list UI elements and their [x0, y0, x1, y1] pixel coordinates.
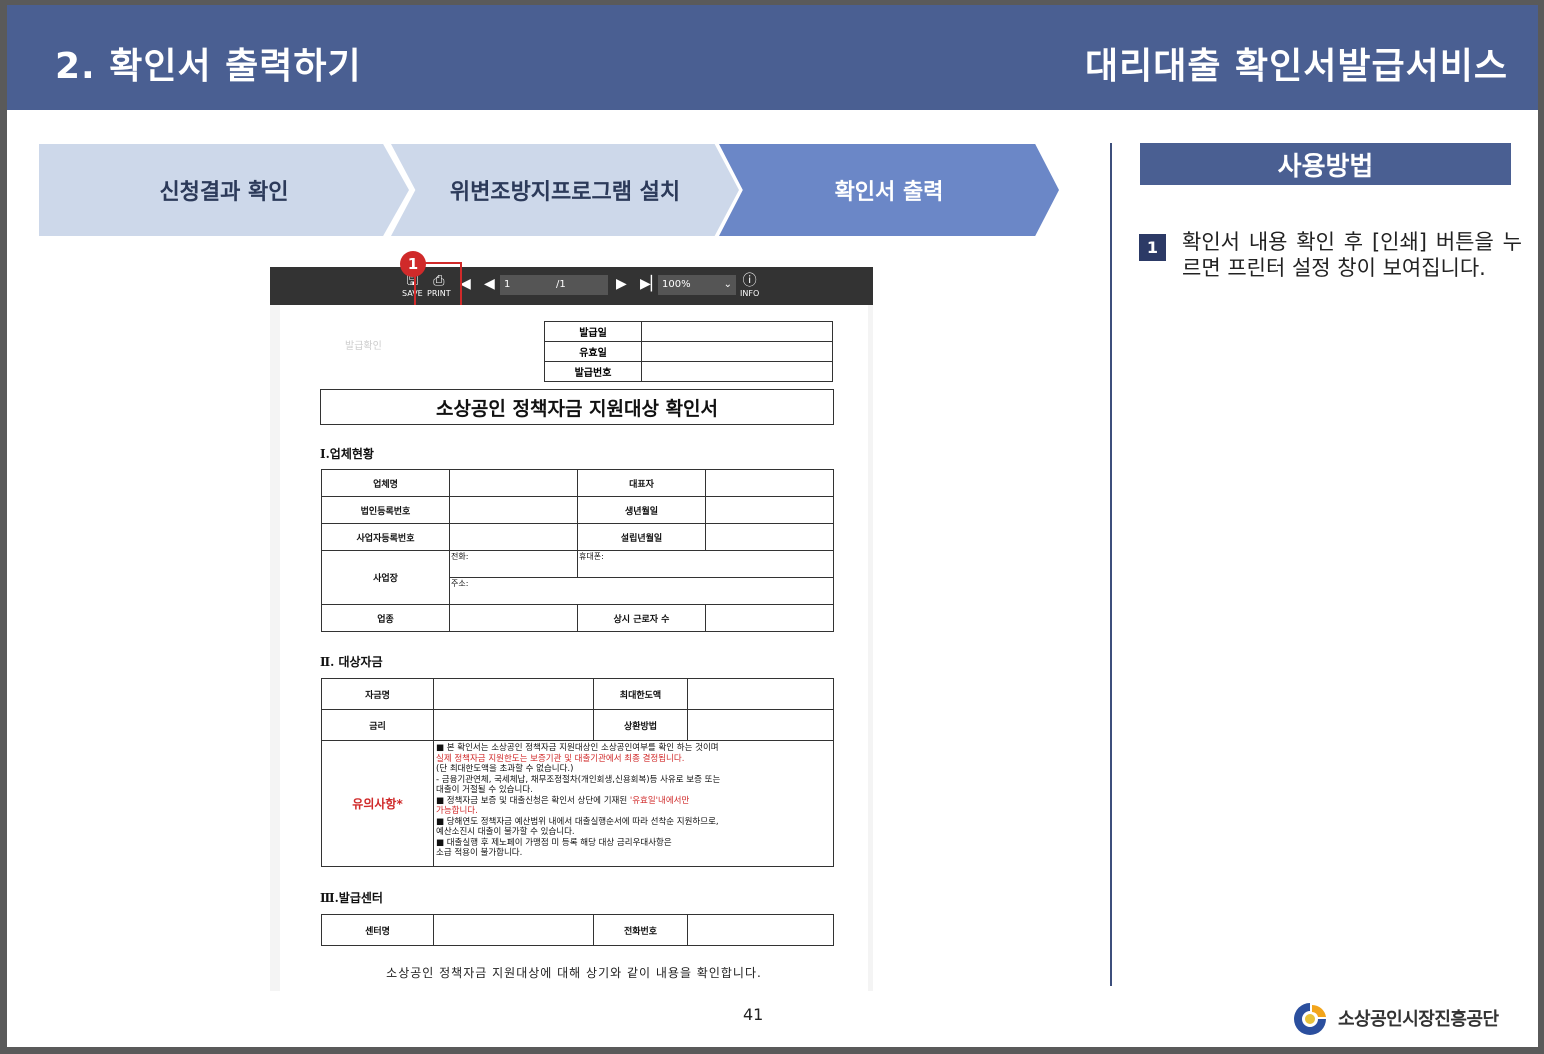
- notice-line-9: 예산소진시 대출이 불가할 수 있습니다.: [436, 827, 575, 837]
- company-name-label: 업체명: [321, 469, 450, 497]
- corp-no-label: 법인등록번호: [321, 496, 450, 524]
- notice-line-2: 실제 정책자금 지원한도는 보증기관 및 대출기관에서 최종 결정됩니다.: [436, 753, 685, 764]
- phone-label: 전화:: [449, 550, 578, 578]
- notice-text: ■ 본 확인서는 소상공인 정책자금 지원대상인 소상공인여부를 확인 하는 것…: [433, 740, 834, 867]
- repay-label: 상환방법: [593, 709, 688, 741]
- center-phone-label: 전화번호: [593, 914, 688, 946]
- zoom-value: 100%: [662, 279, 691, 290]
- document-page: 발급확인 발급일 유효일 발급번호 소상공인 정책자금 지원대상 확인서 Ⅰ.업…: [280, 305, 868, 991]
- issue-date-label: 발급일: [544, 321, 642, 342]
- organization-logo: 소상공인시장진흥공단: [1290, 1001, 1499, 1035]
- mobile-label: 휴대폰:: [577, 550, 834, 578]
- notice-line-8: ■ 당해연도 정책자금 예산범위 내에서 대출실행순서에 따라 선착순 지원하므…: [436, 816, 719, 827]
- next-page-icon[interactable]: ▶: [616, 276, 627, 292]
- notice-line-7: 가능합니다.: [436, 806, 478, 816]
- center-table: 센터명 전화번호: [321, 914, 834, 946]
- birth-label: 생년월일: [577, 496, 706, 524]
- issue-number-value: [641, 361, 833, 382]
- page-total: /1: [552, 275, 608, 295]
- info-icon: ⓘ: [742, 273, 757, 289]
- notice-line-6-red: '유효일'내에서만: [629, 795, 690, 806]
- section-company-heading: Ⅰ.업체현황: [320, 447, 374, 461]
- company-table: 업체명 대표자 법인등록번호 생년월일 사업자등록번호 설립년월일 사업장 전화: 휴대폰…: [321, 469, 834, 632]
- issue-number-label: 발급번호: [544, 361, 642, 382]
- notice-line-6-text: ■ 정책자금 보증 및 대출신청은 확인서 상단에 기재된: [436, 795, 630, 806]
- step-print-certificate: 확인서 출력: [719, 144, 1059, 236]
- industry-label: 업종: [321, 604, 450, 632]
- valid-date-label: 유효일: [544, 341, 642, 362]
- step-number-badge: 1: [1139, 234, 1166, 261]
- info-button[interactable]: ⓘ INFO: [740, 273, 759, 298]
- section-title: 2. 확인서 출력하기: [55, 46, 362, 87]
- section-fund-heading: Ⅱ. 대상자금: [320, 655, 383, 669]
- logo-icon: [1290, 1001, 1330, 1035]
- header-bar: 2. 확인서 출력하기 대리대출 확인서발급서비스: [7, 5, 1538, 110]
- fund-name-label: 자금명: [321, 678, 434, 710]
- notice-line-10: ■ 대출실행 후 제노페이 가맹점 미 등록 해당 대상 금리우대사항은: [436, 837, 672, 848]
- pdf-viewer: 🖫 SAVE ⎙ PRINT ◀ ◀ 1 /1 ▶ ▶▏ 100% ⌄ ⓘ IN…: [270, 251, 873, 991]
- instruction-text: 확인서 내용 확인 후 [인쇄] 버튼을 누르면 프린터 설정 창이 보여집니다…: [1182, 230, 1522, 280]
- section-center-heading: Ⅲ.발급센터: [320, 891, 383, 905]
- place-label: 사업장: [321, 550, 450, 605]
- notice-line-5: 대출이 거절될 수 있습니다.: [436, 785, 533, 795]
- notice-line-1: ■ 본 확인서는 소상공인 정책자금 지원대상인 소상공인여부를 확인 하는 것…: [436, 743, 719, 753]
- notice-line-3: (단 최대한도액을 초과할 수 없습니다.): [436, 764, 574, 774]
- slide: 2. 확인서 출력하기 대리대출 확인서발급서비스 신청결과 확인 위변조방지프…: [7, 5, 1538, 1047]
- zoom-select[interactable]: 100% ⌄: [658, 275, 736, 295]
- prev-page-icon[interactable]: ◀: [484, 276, 495, 292]
- valid-date-value: [641, 341, 833, 362]
- rate-label: 금리: [321, 709, 434, 741]
- issue-info-table: 발급일 유효일 발급번호: [544, 321, 833, 382]
- document-title: 소상공인 정책자금 지원대상 확인서: [320, 389, 834, 425]
- process-steps: 신청결과 확인 위변조방지프로그램 설치 확인서 출력: [39, 144, 1059, 236]
- step-result-check: 신청결과 확인: [39, 144, 409, 236]
- page-number-input[interactable]: 1: [500, 275, 552, 295]
- notice-line-6: ■ 정책자금 보증 및 대출신청은 확인서 상단에 기재된 '유효일'내에서만: [436, 796, 831, 807]
- divider-line: [1110, 143, 1112, 986]
- rep-label: 대표자: [577, 469, 706, 497]
- howto-title: 사용방법: [1140, 143, 1511, 185]
- faint-stamp-text: 발급확인: [345, 341, 382, 352]
- step-program-install: 위변조방지프로그램 설치: [391, 144, 739, 236]
- logo-text: 소상공인시장진흥공단: [1338, 1009, 1499, 1030]
- notice-label: 유의사항*: [321, 740, 434, 867]
- fund-table: 자금명 최대한도액 금리 상환방법 유의사항* ■ 본 확인서는 소상공인 정책자금…: [321, 678, 834, 867]
- est-label: 설립년월일: [577, 523, 706, 551]
- page-number: 41: [743, 1005, 764, 1024]
- notice-line-4: - 금융기관연체, 국세체납, 채무조정절차(개인회생,신용회복)등 사유로 보…: [436, 774, 721, 785]
- address-label: 주소:: [449, 577, 834, 605]
- notice-label-text: 유의사항*: [352, 797, 403, 811]
- service-title: 대리대출 확인서발급서비스: [1085, 46, 1508, 87]
- confirm-statement: 소상공인 정책자금 지원대상에 대해 상기와 같이 내용을 확인합니다.: [386, 966, 762, 980]
- biz-no-label: 사업자등록번호: [321, 523, 450, 551]
- info-label: INFO: [740, 289, 760, 298]
- marker-badge: 1: [400, 251, 426, 277]
- issue-date-value: [641, 321, 833, 342]
- max-amount-label: 최대한도액: [593, 678, 688, 710]
- center-name-label: 센터명: [321, 914, 434, 946]
- chevron-down-icon: ⌄: [723, 279, 732, 290]
- viewer-toolbar: 🖫 SAVE ⎙ PRINT ◀ ◀ 1 /1 ▶ ▶▏ 100% ⌄ ⓘ IN…: [270, 251, 873, 308]
- notice-line-11: 소급 적용이 불가합니다.: [436, 848, 523, 858]
- workers-label: 상시 근로자 수: [577, 604, 706, 632]
